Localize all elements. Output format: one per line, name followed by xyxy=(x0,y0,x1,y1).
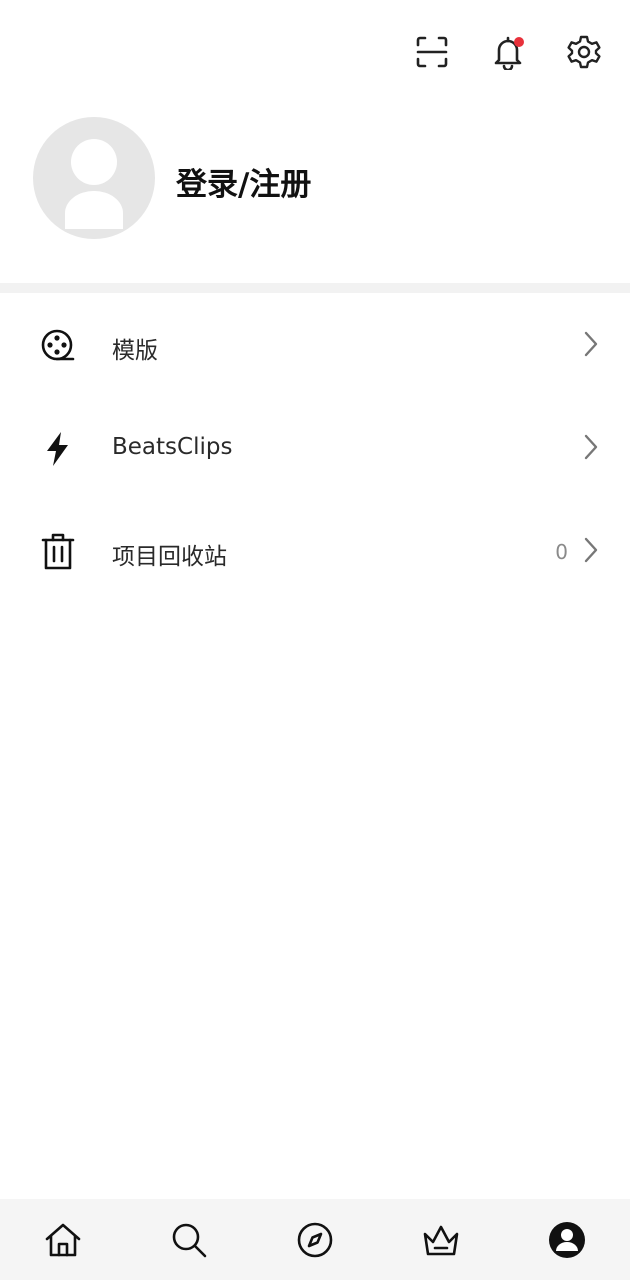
film-reel-icon xyxy=(38,326,78,366)
avatar[interactable] xyxy=(33,117,155,239)
bottom-navigation xyxy=(0,1199,630,1280)
top-bar xyxy=(0,0,630,105)
login-register-link[interactable]: 登录/注册 xyxy=(176,159,311,204)
compass-icon[interactable] xyxy=(293,1218,337,1262)
menu-list: 模版 BeatsClips 项目回收站 0 xyxy=(0,293,630,602)
chevron-right-icon xyxy=(584,537,598,563)
menu-item-templates[interactable]: 模版 xyxy=(0,293,630,396)
lightning-bolt-icon xyxy=(38,429,78,469)
menu-item-label: 项目回收站 xyxy=(112,544,227,570)
scan-icon[interactable] xyxy=(410,30,454,74)
profile-header: 登录/注册 xyxy=(0,115,630,245)
search-icon[interactable] xyxy=(167,1218,211,1262)
notification-bell-icon[interactable] xyxy=(486,30,530,74)
trash-count: 0 xyxy=(555,540,568,564)
section-divider xyxy=(0,283,630,293)
menu-item-label: BeatsClips xyxy=(112,434,233,460)
crown-icon[interactable] xyxy=(419,1218,463,1262)
home-icon[interactable] xyxy=(41,1218,85,1262)
menu-item-label: 模版 xyxy=(112,338,158,364)
menu-item-beatsclips[interactable]: BeatsClips xyxy=(0,396,630,499)
trash-can-icon xyxy=(38,532,78,572)
settings-gear-icon[interactable] xyxy=(562,30,606,74)
chevron-right-icon xyxy=(584,434,598,460)
profile-icon[interactable] xyxy=(545,1218,589,1262)
chevron-right-icon xyxy=(584,331,598,357)
menu-item-project-trash[interactable]: 项目回收站 0 xyxy=(0,499,630,602)
notification-dot xyxy=(514,37,524,47)
